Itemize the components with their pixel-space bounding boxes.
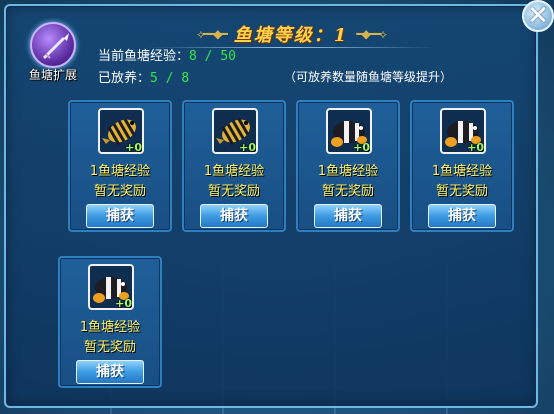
fish-exp-reward: 1鱼塘经验 [431, 164, 493, 179]
clownfish-icon[interactable]: +0 [440, 108, 486, 154]
pond-level-title: 鱼塘等级：1 [233, 25, 349, 46]
stock-label: 已放养： [98, 71, 151, 86]
close-icon[interactable]: ✕ [522, 0, 554, 32]
fish-plus-level: +0 [467, 141, 484, 154]
fish-item-reward: 暂无奖励 [207, 184, 260, 199]
catch-button[interactable]: 捕获 [314, 204, 382, 228]
striped-fish-icon[interactable]: +0 [212, 108, 258, 154]
fish-slot: +0 1鱼塘经验 暂无奖励 捕获 [182, 100, 286, 232]
title-ornament-right: ━◆━━⟡ [356, 26, 387, 41]
fish-slot: +0 1鱼塘经验 暂无奖励 捕获 [68, 100, 172, 232]
title-ornament-left: ⟡━━◆━ [196, 26, 228, 41]
catch-button[interactable]: 捕获 [86, 204, 154, 228]
fish-exp-reward: 1鱼塘经验 [89, 164, 151, 179]
fish-slot: +0 1鱼塘经验 暂无奖励 捕获 [58, 256, 162, 388]
stock-row: 已放养：5 / 8 [98, 68, 236, 90]
fish-pond-panel: 鱼塘扩展 ⟡━━◆━ 鱼塘等级：1 ━◆━━⟡ 当前鱼塘经验：8 / 50 已放… [4, 4, 538, 408]
exp-label: 当前鱼塘经验： [98, 49, 190, 64]
stock-hint: （可放养数量随鱼塘等级提升） [284, 70, 453, 84]
exp-value: 8 / 50 [189, 49, 236, 64]
fish-exp-reward: 1鱼塘经验 [317, 164, 379, 179]
clownfish-icon[interactable]: +0 [326, 108, 372, 154]
clownfish-icon[interactable]: +0 [88, 264, 134, 310]
pond-expand-button[interactable]: 鱼塘扩展 [20, 22, 86, 86]
fish-item-reward: 暂无奖励 [321, 184, 374, 199]
fish-plus-level: +0 [115, 297, 132, 310]
spear-icon [30, 22, 76, 68]
catch-button[interactable]: 捕获 [200, 204, 268, 228]
fish-plus-level: +0 [353, 141, 370, 154]
fish-slot: +0 1鱼塘经验 暂无奖励 捕获 [296, 100, 400, 232]
fish-plus-level: +0 [125, 141, 142, 154]
fish-slot: +0 1鱼塘经验 暂无奖励 捕获 [410, 100, 514, 232]
title-bar: ⟡━━◆━ 鱼塘等级：1 ━◆━━⟡ [146, 20, 436, 48]
fish-plus-level: +0 [239, 141, 256, 154]
striped-fish-icon[interactable]: +0 [98, 108, 144, 154]
fish-item-reward: 暂无奖励 [93, 184, 146, 199]
pond-expand-label: 鱼塘扩展 [28, 68, 77, 82]
fish-item-reward: 暂无奖励 [435, 184, 488, 199]
fish-exp-reward: 1鱼塘经验 [79, 320, 141, 335]
catch-button[interactable]: 捕获 [76, 360, 144, 384]
fish-item-reward: 暂无奖励 [83, 340, 136, 355]
exp-row: 当前鱼塘经验：8 / 50 [98, 46, 236, 68]
catch-button[interactable]: 捕获 [428, 204, 496, 228]
pond-stats: 当前鱼塘经验：8 / 50 已放养：5 / 8 [98, 46, 236, 90]
stock-value: 5 / 8 [150, 71, 190, 86]
fish-exp-reward: 1鱼塘经验 [203, 164, 265, 179]
